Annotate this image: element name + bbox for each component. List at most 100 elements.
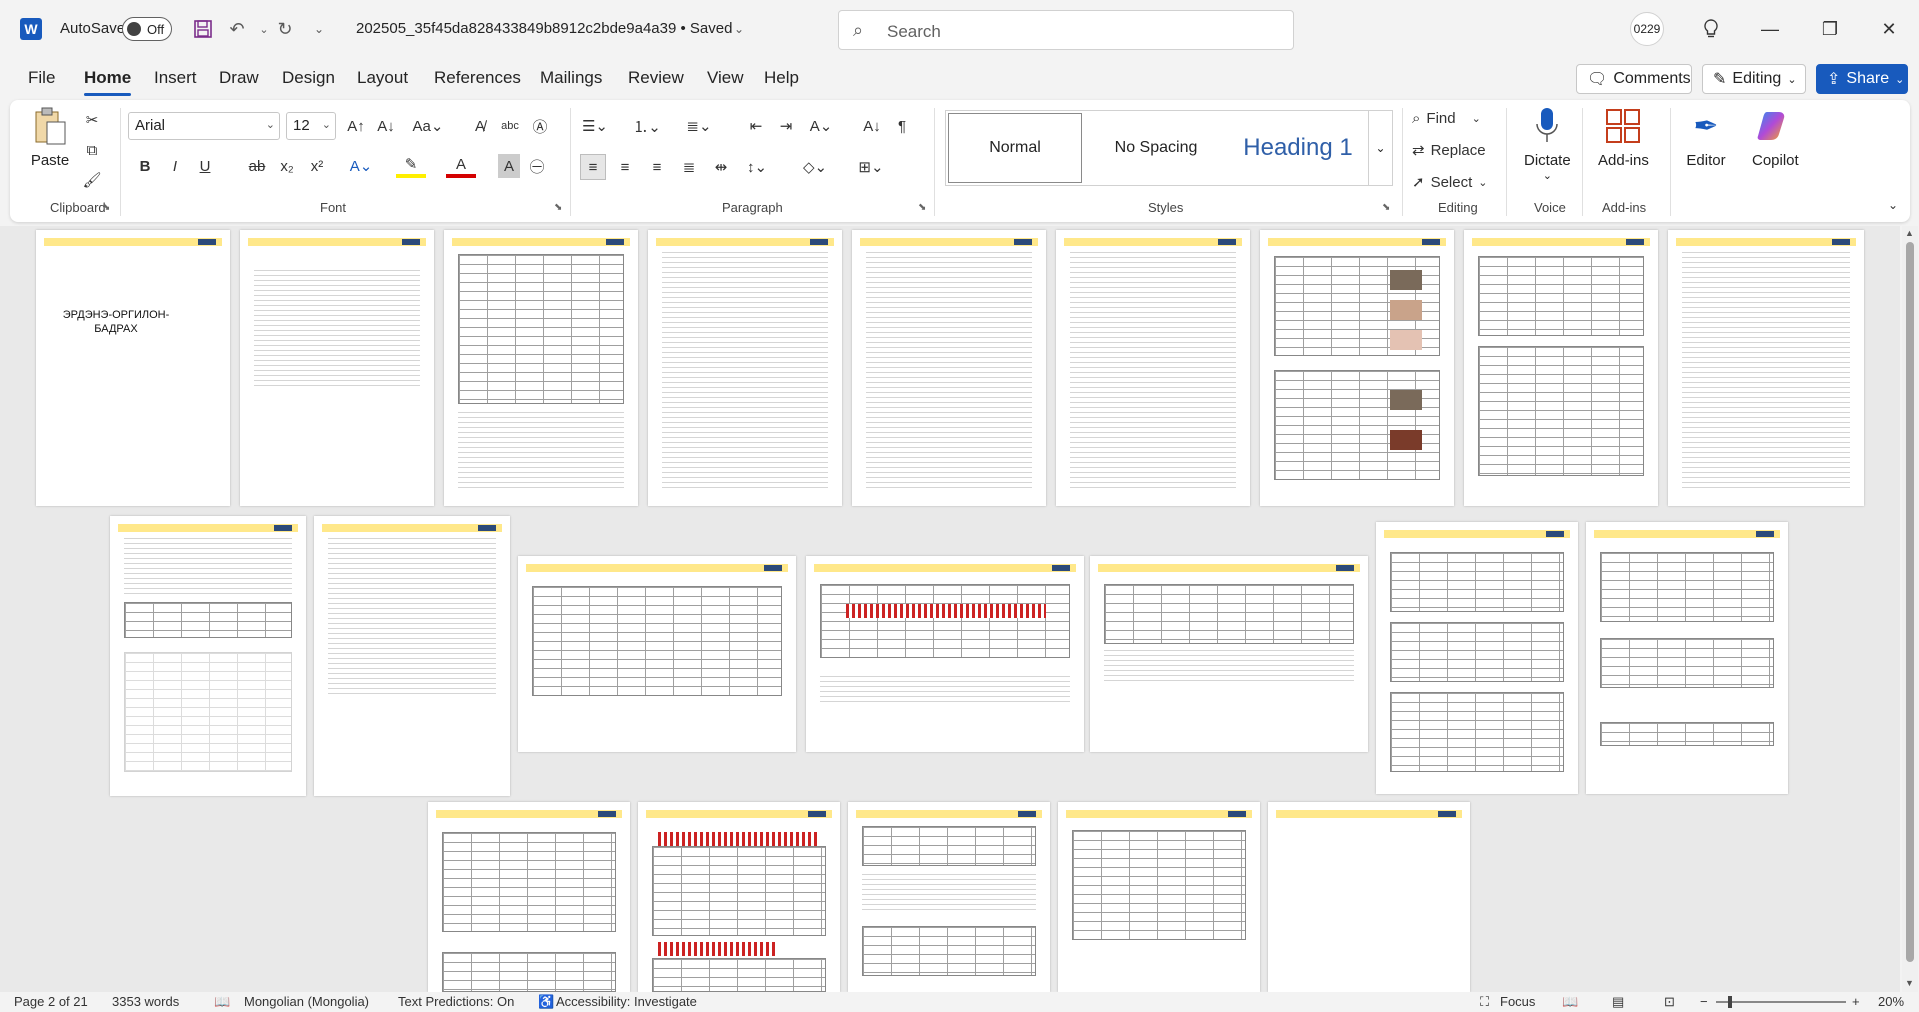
- comments-button[interactable]: 🗨 Comments: [1576, 64, 1692, 94]
- page-thumbnail[interactable]: [852, 230, 1046, 506]
- scrollbar-thumb[interactable]: [1906, 242, 1914, 962]
- scroll-down-icon[interactable]: ▼: [1905, 978, 1914, 988]
- page-thumbnail[interactable]: [648, 230, 842, 506]
- highlight-color-icon[interactable]: ✎: [396, 154, 426, 178]
- shrink-font-icon[interactable]: A↓: [374, 114, 398, 138]
- page-thumbnail[interactable]: [518, 556, 796, 752]
- copy-icon[interactable]: ⧉: [82, 140, 102, 160]
- zoom-level[interactable]: 20%: [1878, 994, 1904, 1009]
- sort-icon[interactable]: A↓: [860, 114, 884, 138]
- tab-layout[interactable]: Layout: [357, 68, 408, 88]
- page-thumbnail[interactable]: [848, 802, 1050, 992]
- select-button[interactable]: ➚ Select ⌄: [1412, 170, 1532, 194]
- print-layout-icon[interactable]: ▤: [1612, 994, 1624, 1010]
- customize-toolbar-icon[interactable]: ⌄: [306, 16, 332, 42]
- tab-design[interactable]: Design: [282, 68, 335, 88]
- page-thumbnail[interactable]: [806, 556, 1084, 752]
- borders-icon[interactable]: ⊞⌄: [856, 154, 886, 180]
- page-thumbnail[interactable]: [1090, 556, 1368, 752]
- tab-draw[interactable]: Draw: [219, 68, 259, 88]
- character-border-icon[interactable]: Ⓐ: [528, 114, 552, 138]
- bold-icon[interactable]: B: [134, 154, 156, 178]
- page-thumbnail[interactable]: [1058, 802, 1260, 992]
- addins-button[interactable]: Add-ins: [1598, 106, 1649, 169]
- tab-insert[interactable]: Insert: [154, 68, 197, 88]
- tab-help[interactable]: Help: [764, 68, 799, 88]
- phonetic-guide-icon[interactable]: abc: [498, 114, 522, 138]
- editor-button[interactable]: ✒ Editor: [1686, 106, 1726, 170]
- zoom-out-icon[interactable]: −: [1700, 994, 1708, 1009]
- line-spacing-icon[interactable]: ↕⌄: [742, 154, 772, 180]
- font-launcher-icon[interactable]: ⬊: [554, 202, 562, 213]
- page-thumbnail[interactable]: [1376, 522, 1578, 794]
- page-thumbnail[interactable]: [1260, 230, 1454, 506]
- page-thumbnail[interactable]: [444, 230, 638, 506]
- page-count[interactable]: Page 2 of 21: [14, 994, 88, 1009]
- font-color-icon[interactable]: A: [446, 154, 476, 178]
- document-canvas[interactable]: ЭРДЭНЭ-ОРГИЛОН-БАДРАХ: [0, 226, 1900, 992]
- page-thumbnail[interactable]: [1268, 802, 1470, 992]
- style-normal[interactable]: Normal: [948, 113, 1082, 183]
- tab-file[interactable]: File: [28, 68, 55, 88]
- undo-icon[interactable]: ↶: [224, 16, 250, 42]
- page-thumbnail[interactable]: [638, 802, 840, 992]
- align-left-icon[interactable]: ≡: [580, 154, 606, 180]
- user-avatar[interactable]: 0229: [1630, 12, 1664, 46]
- clipboard-launcher-icon[interactable]: ⬊: [102, 202, 110, 213]
- page-thumbnail[interactable]: [1056, 230, 1250, 506]
- accessibility-status[interactable]: Accessibility: Investigate: [556, 994, 697, 1009]
- vertical-scrollbar[interactable]: ▲ ▼: [1902, 226, 1918, 992]
- justify-icon[interactable]: ≣: [676, 154, 702, 180]
- character-shading-icon[interactable]: A: [498, 154, 520, 178]
- align-right-icon[interactable]: ≡: [644, 154, 670, 180]
- tab-mailings[interactable]: Mailings: [540, 68, 602, 88]
- zoom-slider-thumb[interactable]: [1728, 996, 1732, 1008]
- editing-mode-button[interactable]: ✎ Editing ⌄: [1702, 64, 1806, 94]
- language[interactable]: Mongolian (Mongolia): [244, 994, 369, 1009]
- show-paragraph-marks-icon[interactable]: ¶: [890, 114, 914, 138]
- tab-view[interactable]: View: [707, 68, 744, 88]
- styles-more-icon[interactable]: ⌄: [1368, 111, 1392, 185]
- copilot-button[interactable]: Copilot: [1752, 106, 1799, 169]
- grow-font-icon[interactable]: A↑: [344, 114, 368, 138]
- numbering-icon[interactable]: ⒈⌄: [632, 114, 662, 138]
- text-effects-icon[interactable]: A⌄: [346, 154, 376, 178]
- page-thumbnail[interactable]: [1586, 522, 1788, 794]
- word-count[interactable]: 3353 words: [112, 994, 179, 1009]
- change-case-icon[interactable]: Aa⌄: [410, 114, 446, 138]
- lightbulb-icon[interactable]: [1696, 14, 1726, 44]
- proofing-icon[interactable]: 📖: [214, 994, 230, 1010]
- text-predictions[interactable]: Text Predictions: On: [398, 994, 514, 1009]
- page-thumbnail[interactable]: [110, 516, 306, 796]
- focus-mode[interactable]: Focus: [1500, 994, 1535, 1009]
- tab-home[interactable]: Home: [84, 68, 132, 96]
- tab-references[interactable]: References: [434, 68, 521, 88]
- title-chevron-down-icon[interactable]: ⌄: [726, 16, 752, 42]
- font-size-dropdown[interactable]: 12 ⌄: [286, 112, 336, 140]
- styles-launcher-icon[interactable]: ⬊: [1382, 202, 1390, 213]
- increase-indent-icon[interactable]: ⇥: [774, 114, 798, 138]
- page-thumbnail[interactable]: [314, 516, 510, 796]
- paste-button[interactable]: Paste: [30, 106, 70, 169]
- page-thumbnail[interactable]: [1668, 230, 1864, 506]
- redo-icon[interactable]: ↻: [272, 16, 298, 42]
- read-mode-icon[interactable]: 📖: [1562, 994, 1578, 1010]
- subscript-icon[interactable]: x₂: [276, 154, 298, 178]
- paragraph-launcher-icon[interactable]: ⬊: [918, 202, 926, 213]
- minimize-icon[interactable]: —: [1755, 14, 1785, 44]
- replace-button[interactable]: ⇄ Replace: [1412, 138, 1532, 162]
- page-thumbnail[interactable]: [240, 230, 434, 506]
- page-thumbnail[interactable]: ЭРДЭНЭ-ОРГИЛОН-БАДРАХ: [36, 230, 230, 506]
- font-name-dropdown[interactable]: Arial ⌄: [128, 112, 280, 140]
- underline-icon[interactable]: U: [194, 154, 216, 178]
- clear-formatting-icon[interactable]: A̸: [468, 114, 492, 138]
- autosave-toggle[interactable]: Off: [122, 17, 172, 41]
- style-no-spacing[interactable]: No Spacing: [1086, 113, 1226, 183]
- save-icon[interactable]: [190, 16, 216, 42]
- cut-icon[interactable]: ✂: [82, 110, 102, 130]
- page-thumbnail[interactable]: [428, 802, 630, 992]
- document-title[interactable]: 202505_35f45da828433849b8912c2bde9a4a39 …: [356, 20, 732, 37]
- strikethrough-icon[interactable]: ab: [246, 154, 268, 178]
- collapse-ribbon-icon[interactable]: ⌄: [1884, 196, 1902, 214]
- decrease-indent-icon[interactable]: ⇤: [744, 114, 768, 138]
